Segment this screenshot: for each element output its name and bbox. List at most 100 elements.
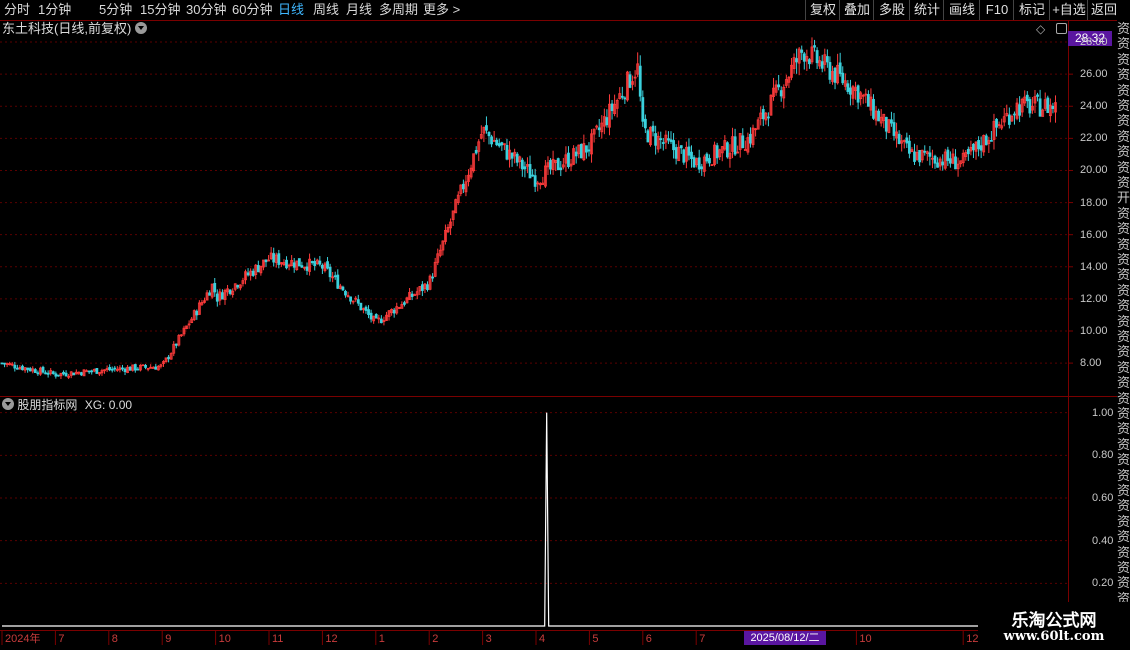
date-tick-label: 2 — [432, 633, 439, 645]
side-strip-char: 资 — [1117, 98, 1130, 113]
side-strip-char: 资 — [1117, 205, 1130, 221]
candle-down — [815, 50, 819, 64]
side-strip-char: 资 — [1117, 82, 1130, 98]
candle-down — [108, 366, 112, 371]
candle-down — [692, 157, 696, 168]
candle-down — [292, 262, 296, 268]
candle-down — [856, 85, 860, 103]
main-chart-header: 东土科技(日线,前复权) — [2, 21, 147, 37]
candle-down — [623, 97, 627, 100]
candle-down — [128, 366, 132, 371]
diamond-icon[interactable]: ◇ — [1036, 23, 1045, 35]
side-strip-char: 资 — [1117, 51, 1130, 67]
candle-down — [44, 372, 47, 375]
candle-down — [918, 150, 922, 163]
indicator-value: XG: 0.00 — [84, 398, 133, 412]
candle-down — [54, 373, 58, 377]
candle-down — [497, 143, 501, 147]
candle-down — [682, 149, 686, 163]
maximize-icon[interactable] — [1056, 23, 1067, 34]
indicator-tick-label: 0.20 — [1092, 577, 1114, 590]
xg-signal-line — [2, 412, 1068, 627]
side-strip-char: 资 — [1117, 236, 1130, 252]
candle-down — [90, 370, 94, 373]
candle-down — [431, 276, 435, 279]
candle-down — [813, 45, 816, 48]
side-strip-char: 资 — [1117, 221, 1130, 237]
price-tick-label: 26.00 — [1080, 68, 1108, 81]
date-tick-label: 4 — [539, 633, 546, 645]
price-tick-label: 10.00 — [1080, 325, 1108, 337]
indicator-header: 股朋指标网 XG: 0.00 — [2, 397, 132, 413]
candle-down — [515, 153, 519, 163]
candle-down — [872, 98, 875, 119]
candle-down — [838, 62, 842, 74]
candle-down — [597, 127, 601, 131]
chart-options-toggle-icon[interactable] — [134, 22, 147, 34]
date-tick-label: 1 — [378, 633, 385, 645]
side-strip-char: 资 — [1117, 390, 1130, 406]
candle-down — [328, 266, 332, 278]
date-tick-label: 12 — [325, 633, 338, 645]
candle-down — [123, 368, 127, 373]
candle-down — [897, 133, 901, 145]
price-tick-label: 12.00 — [1080, 292, 1108, 305]
candle-down — [500, 142, 504, 146]
candle-down — [928, 152, 932, 157]
candle-down — [13, 364, 17, 369]
side-strip-char: 资 — [1117, 406, 1130, 421]
candle-down — [761, 109, 765, 120]
date-tick-label: 7 — [58, 633, 65, 645]
candle-down — [828, 62, 832, 80]
candle-down — [549, 159, 552, 170]
indicator-tick-label: 0.40 — [1092, 534, 1114, 547]
candle-down — [246, 272, 250, 276]
candle-down — [520, 159, 524, 170]
candle-down — [113, 367, 117, 370]
candle-down — [946, 149, 950, 161]
candle-down — [359, 302, 363, 311]
candle-down — [995, 118, 998, 128]
indicator-tick-label: 0.60 — [1092, 492, 1114, 504]
candle-down — [208, 292, 212, 296]
candle-down — [313, 261, 317, 266]
side-strip-char: 资 — [1117, 113, 1130, 129]
date-tick-label: 9 — [165, 633, 172, 645]
candle-down — [933, 155, 937, 164]
candle-down — [913, 151, 916, 162]
watermark-title: 乐淘公式网 — [1011, 611, 1097, 631]
candle-down — [1038, 98, 1042, 117]
side-strip-char: 资 — [1117, 267, 1130, 283]
candle-down — [749, 133, 752, 144]
candle-down — [174, 343, 178, 346]
side-strip-char: 资 — [1117, 21, 1130, 36]
indicator-tick-label: 1.00 — [1092, 406, 1114, 419]
candle-down — [833, 67, 837, 83]
candle-down — [725, 142, 729, 158]
candle-down — [1046, 97, 1050, 114]
indicator-options-toggle-icon[interactable] — [2, 398, 14, 410]
date-tick-label: 3 — [485, 633, 492, 645]
watermark: 乐淘公式网 www.60lt.com — [978, 602, 1130, 650]
candle-down — [1025, 94, 1029, 102]
candle-down — [567, 152, 570, 167]
candle-down — [733, 136, 737, 155]
candle-down — [333, 275, 337, 278]
candle-down — [697, 157, 701, 170]
date-tick-label: 2024年 — [5, 633, 41, 645]
candle-down — [133, 364, 137, 371]
side-strip-char: 资 — [1117, 544, 1130, 560]
chart-canvas[interactable] — [0, 0, 1130, 650]
candle-down — [1028, 99, 1032, 114]
candle-down — [420, 284, 424, 291]
candle-down — [674, 147, 678, 159]
candle-down — [808, 59, 811, 65]
side-strip-char: 资 — [1117, 313, 1130, 329]
candle-down — [51, 371, 55, 374]
candle-down — [326, 261, 329, 269]
candle-down — [628, 74, 632, 88]
side-strip-char: 资 — [1117, 36, 1130, 52]
candle-down — [136, 368, 140, 371]
candle-down — [646, 130, 650, 143]
price-tick-label: 20.00 — [1080, 164, 1108, 177]
